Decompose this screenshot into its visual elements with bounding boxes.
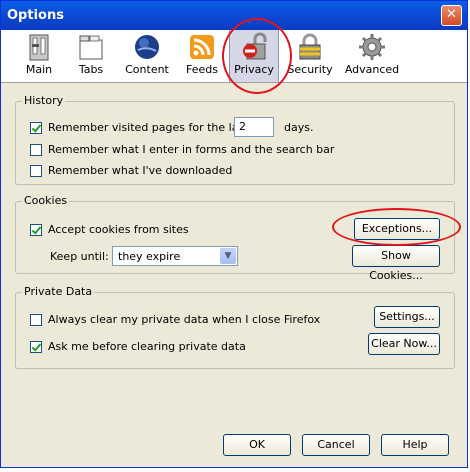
tab-advanced-label: Advanced — [344, 63, 400, 76]
accept-cookies-label: Accept cookies from sites — [48, 223, 189, 236]
clear-now-button[interactable]: Clear Now... — [368, 333, 440, 355]
tabs-icon — [79, 35, 103, 60]
always-clear-label: Always clear my private data when I clos… — [48, 313, 321, 326]
remember-downloads-label: Remember what I've downloaded — [48, 164, 233, 177]
accept-cookies-checkbox[interactable] — [30, 224, 42, 236]
ok-button[interactable]: OK — [223, 434, 291, 456]
cookies-legend: Cookies — [22, 194, 70, 207]
keep-until-select[interactable]: they expire ▼ — [112, 246, 238, 266]
window-title: Options — [7, 8, 64, 23]
ask-before-clearing-checkbox[interactable] — [30, 341, 42, 353]
tab-tabs[interactable]: Tabs — [67, 30, 115, 82]
help-button[interactable]: Help — [381, 434, 449, 456]
remember-forms-checkbox[interactable] — [30, 144, 42, 156]
history-legend: History — [22, 94, 66, 107]
history-group: History Remember visited pages for the l… — [15, 94, 455, 185]
always-clear-checkbox[interactable] — [30, 314, 42, 326]
cancel-button[interactable]: Cancel — [302, 434, 370, 456]
tab-content[interactable]: Content — [120, 30, 174, 82]
remember-downloads-checkbox[interactable] — [30, 165, 42, 177]
remember-visited-label: Remember visited pages for the last — [48, 121, 249, 134]
tab-advanced[interactable]: Advanced — [343, 30, 401, 82]
remember-visited-checkbox[interactable] — [30, 122, 42, 134]
options-window: Options ✕ Main Tabs Content Feeds Privac… — [0, 0, 468, 468]
content-icon — [135, 35, 159, 59]
private-data-legend: Private Data — [22, 285, 95, 298]
tab-main[interactable]: Main — [15, 30, 63, 82]
tab-main-label: Main — [25, 63, 53, 76]
advanced-icon — [359, 34, 385, 60]
annotation-circle-privacy — [222, 18, 292, 94]
chevron-down-icon[interactable]: ▼ — [220, 248, 236, 264]
annotation-circle-exceptions — [332, 208, 461, 246]
show-cookies-button[interactable]: Show Cookies... — [352, 245, 440, 282]
keep-until-label: Keep until: — [50, 250, 109, 263]
security-icon — [299, 33, 321, 60]
tab-tabs-label: Tabs — [78, 63, 104, 76]
history-days-input[interactable]: 2 — [234, 117, 274, 137]
remember-forms-label: Remember what I enter in forms and the s… — [48, 143, 335, 156]
tab-feeds[interactable]: Feeds — [179, 30, 225, 82]
days-label: days. — [284, 121, 314, 134]
tab-security-label: Security — [287, 63, 333, 76]
close-icon: ✕ — [446, 7, 457, 22]
ask-before-clearing-label: Ask me before clearing private data — [48, 340, 246, 353]
tab-content-label: Content — [125, 63, 169, 76]
tab-feeds-label: Feeds — [186, 63, 218, 76]
keep-until-value: they expire — [118, 250, 181, 263]
private-data-group: Private Data Always clear my private dat… — [15, 285, 455, 369]
feeds-icon — [190, 35, 214, 59]
close-button[interactable]: ✕ — [441, 5, 462, 26]
settings-button[interactable]: Settings... — [374, 306, 440, 328]
main-icon — [29, 34, 49, 61]
